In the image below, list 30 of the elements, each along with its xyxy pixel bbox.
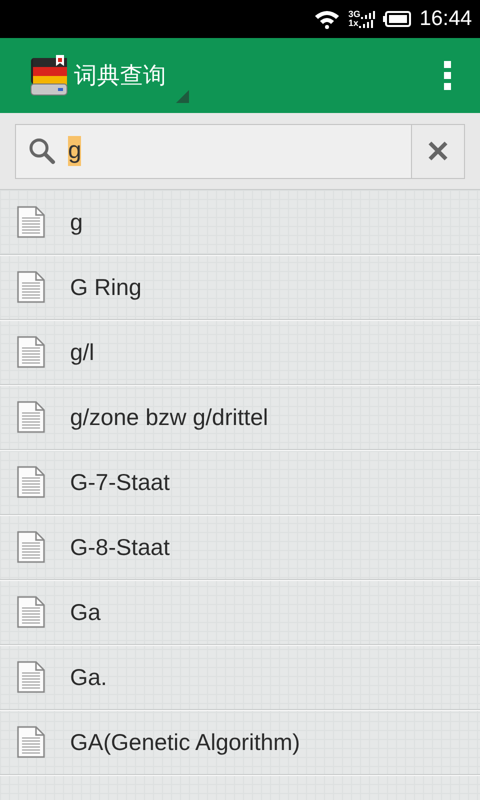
search-field[interactable]: g [15, 124, 412, 178]
document-icon [17, 271, 45, 303]
result-row[interactable]: Ga. [0, 645, 480, 710]
result-row[interactable]: g [0, 190, 480, 255]
result-row[interactable]: G-7-Staat [0, 450, 480, 515]
network-label: 1x [348, 19, 358, 28]
result-row[interactable]: g/zone bzw g/drittel [0, 385, 480, 450]
document-icon [17, 726, 45, 758]
document-icon [17, 531, 45, 563]
result-row[interactable]: G-8-Staat [0, 515, 480, 580]
result-row[interactable]: GA(Genetic Algorithm) [0, 710, 480, 775]
document-icon [17, 466, 45, 498]
document-icon [17, 336, 45, 368]
clear-button[interactable] [412, 124, 465, 178]
close-icon [428, 141, 448, 161]
book-icon[interactable] [28, 54, 70, 96]
result-row[interactable]: Ga [0, 580, 480, 645]
clock: 16:44 [419, 6, 472, 32]
result-row[interactable]: G Ring [0, 255, 480, 320]
wifi-icon [314, 9, 340, 29]
network-label: 3G [348, 10, 360, 19]
document-icon [17, 596, 45, 628]
search-icon [28, 137, 56, 165]
result-row[interactable]: g/l [0, 320, 480, 385]
battery-icon [383, 11, 412, 27]
overflow-menu-icon[interactable] [443, 60, 452, 92]
document-icon [17, 661, 45, 693]
app-title[interactable]: 词典查询 [74, 58, 166, 93]
document-icon [17, 401, 45, 433]
document-icon [17, 206, 45, 238]
